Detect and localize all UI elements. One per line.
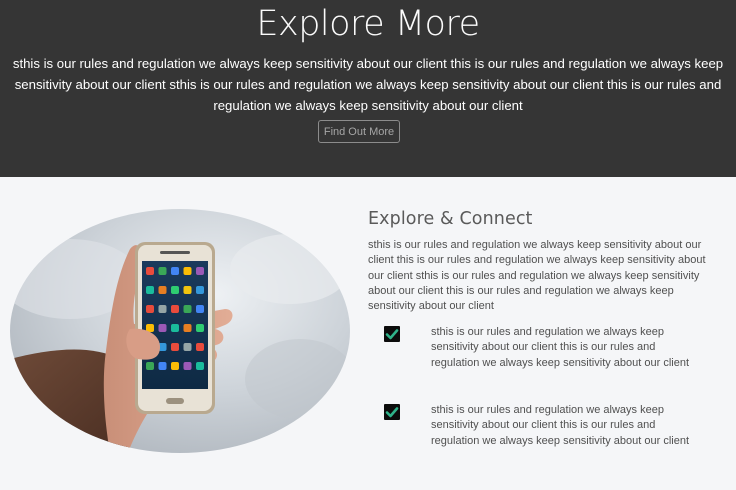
app-icon [196, 362, 204, 370]
app-icon [196, 305, 204, 313]
app-icon [146, 305, 154, 313]
feature-text: sthis is our rules and regulation we alw… [431, 326, 690, 369]
app-icon [158, 267, 167, 275]
app-icon [183, 343, 192, 351]
app-icon [183, 267, 192, 275]
app-icon [171, 305, 179, 313]
app-icon [183, 305, 192, 313]
app-icon [183, 324, 192, 332]
app-icon [196, 343, 204, 351]
checkmark-icon [384, 326, 400, 342]
app-icon [183, 286, 192, 294]
hand-holding-phone-photo [10, 209, 350, 453]
explore-connect-title: Explore & Connect [368, 209, 533, 229]
app-icon [146, 362, 154, 370]
app-icon [171, 343, 179, 351]
hero-text: sthis is our rules and regulation we alw… [12, 56, 724, 113]
app-icon [146, 286, 154, 294]
app-icon [196, 324, 204, 332]
app-icon [171, 324, 179, 332]
app-icon [158, 286, 167, 294]
hero-title: Explore More [256, 4, 480, 44]
app-icon [196, 286, 204, 294]
app-icon [158, 324, 167, 332]
app-icon [196, 267, 204, 275]
app-icon [171, 286, 179, 294]
feature-text: sthis is our rules and regulation we alw… [431, 404, 690, 447]
explore-connect-text: sthis is our rules and regulation we alw… [368, 239, 706, 313]
app-icon [158, 305, 167, 313]
app-icon [171, 362, 179, 370]
app-icon [183, 362, 192, 370]
app-icon [171, 267, 179, 275]
app-icon [158, 362, 167, 370]
hero-banner: Explore More sthis is our rules and regu… [0, 0, 736, 177]
app-icon [146, 267, 154, 275]
find-out-more-button[interactable]: Find Out More [318, 120, 400, 143]
checkmark-icon [384, 404, 400, 420]
